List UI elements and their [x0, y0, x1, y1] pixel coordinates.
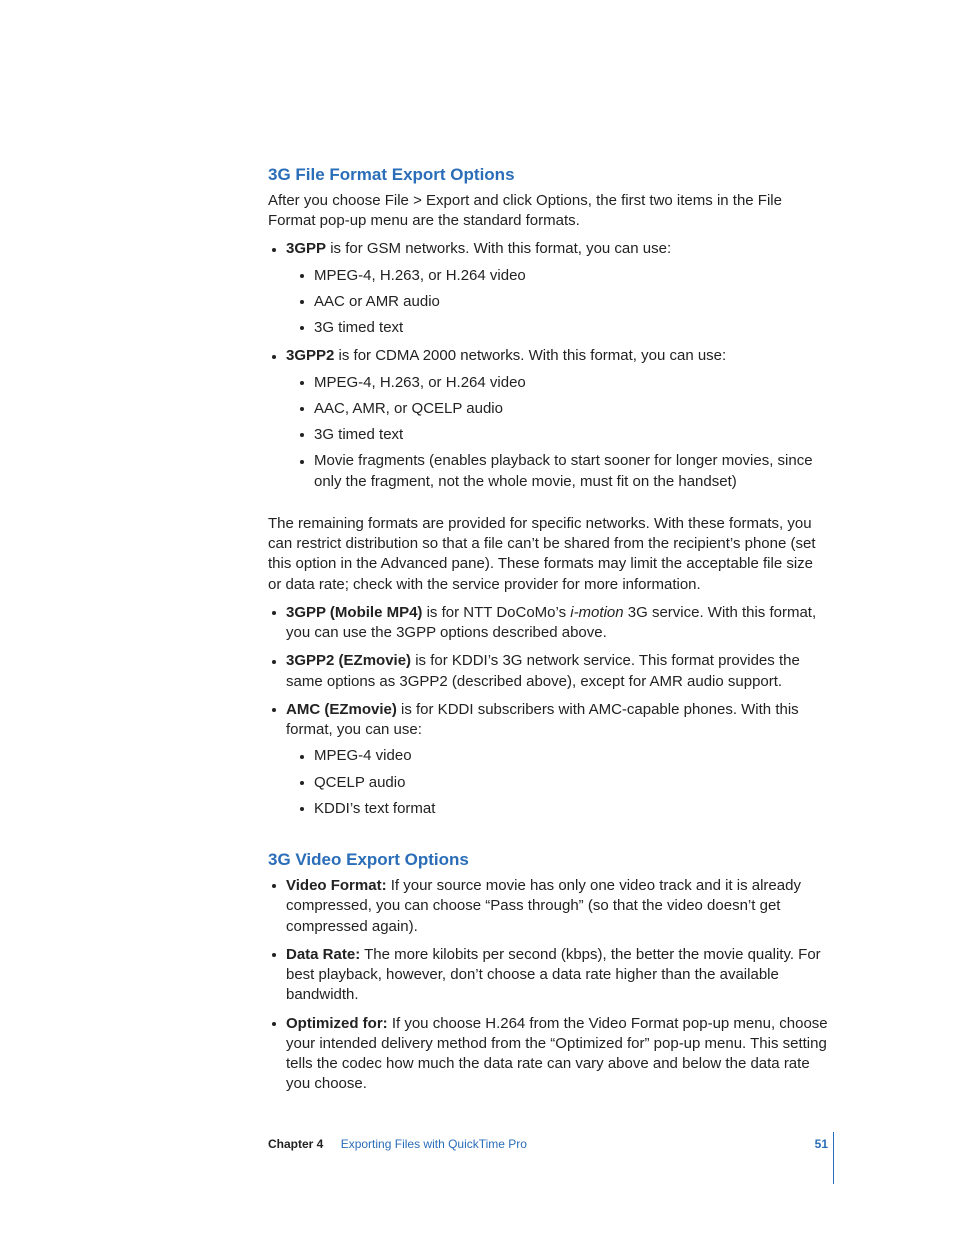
list-item: KDDI’s text format: [298, 799, 828, 819]
term-3gpp2-ezmovie: 3GPP2 (EZmovie): [286, 652, 411, 669]
footer-chapter: Chapter 4: [268, 1137, 323, 1151]
sublist-3gpp: MPEG-4, H.263, or H.264 video AAC or AMR…: [298, 266, 828, 339]
format-list-specific: 3GPP (Mobile MP4) is for NTT DoCoMo’s i-…: [268, 603, 828, 819]
term-video-format: Video Format:: [286, 877, 387, 894]
list-item: AAC or AMR audio: [298, 292, 828, 312]
footer-page-number: 51: [815, 1136, 828, 1152]
list-item: MPEG-4, H.263, or H.264 video: [298, 373, 828, 393]
list-item: 3GPP (Mobile MP4) is for NTT DoCoMo’s i-…: [268, 603, 828, 644]
term-amc-ezmovie: AMC (EZmovie): [286, 701, 397, 718]
text: is for CDMA 2000 networks. With this for…: [334, 347, 726, 364]
term-3gpp2: 3GPP2: [286, 347, 334, 364]
list-item: Movie fragments (enables playback to sta…: [298, 451, 828, 492]
list-item: MPEG-4 video: [298, 746, 828, 766]
list-item: AAC, AMR, or QCELP audio: [298, 399, 828, 419]
list-item: MPEG-4, H.263, or H.264 video: [298, 266, 828, 286]
text: The more kilobits per second (kbps), the…: [286, 946, 821, 1004]
list-item: 3G timed text: [298, 318, 828, 338]
heading-3g-file-format: 3G File Format Export Options: [268, 164, 828, 187]
term-optimized-for: Optimized for:: [286, 1015, 388, 1032]
term-3gpp-mobile-mp4: 3GPP (Mobile MP4): [286, 604, 422, 621]
heading-3g-video: 3G Video Export Options: [268, 849, 828, 872]
list-item: Optimized for: If you choose H.264 from …: [268, 1014, 828, 1095]
sublist-3gpp2: MPEG-4, H.263, or H.264 video AAC, AMR, …: [298, 373, 828, 492]
list-item: 3GPP2 (EZmovie) is for KDDI’s 3G network…: [268, 651, 828, 692]
page-footer: Chapter 4 Exporting Files with QuickTime…: [268, 1136, 828, 1152]
list-item: Data Rate: The more kilobits per second …: [268, 945, 828, 1006]
footer-title: Exporting Files with QuickTime Pro: [341, 1137, 527, 1151]
term-3gpp: 3GPP: [286, 240, 326, 257]
text: is for NTT DoCoMo’s: [422, 604, 570, 621]
list-item: 3GPP2 is for CDMA 2000 networks. With th…: [268, 346, 828, 492]
italic-i-motion: i-motion: [570, 604, 623, 621]
term-data-rate: Data Rate:: [286, 946, 360, 963]
list-item: AMC (EZmovie) is for KDDI subscribers wi…: [268, 700, 828, 819]
list-item: QCELP audio: [298, 773, 828, 793]
format-list-standard: 3GPP is for GSM networks. With this form…: [268, 239, 828, 492]
list-item: 3G timed text: [298, 425, 828, 445]
footer-rule: [833, 1132, 834, 1184]
sublist-amc: MPEG-4 video QCELP audio KDDI’s text for…: [298, 746, 828, 819]
list-item: 3GPP is for GSM networks. With this form…: [268, 239, 828, 338]
remaining-formats-paragraph: The remaining formats are provided for s…: [268, 514, 828, 595]
page-content: 3G File Format Export Options After you …: [268, 164, 828, 1103]
list-item: Video Format: If your source movie has o…: [268, 876, 828, 937]
video-options-list: Video Format: If your source movie has o…: [268, 876, 828, 1095]
intro-paragraph: After you choose File > Export and click…: [268, 191, 828, 232]
text: is for GSM networks. With this format, y…: [326, 240, 671, 257]
